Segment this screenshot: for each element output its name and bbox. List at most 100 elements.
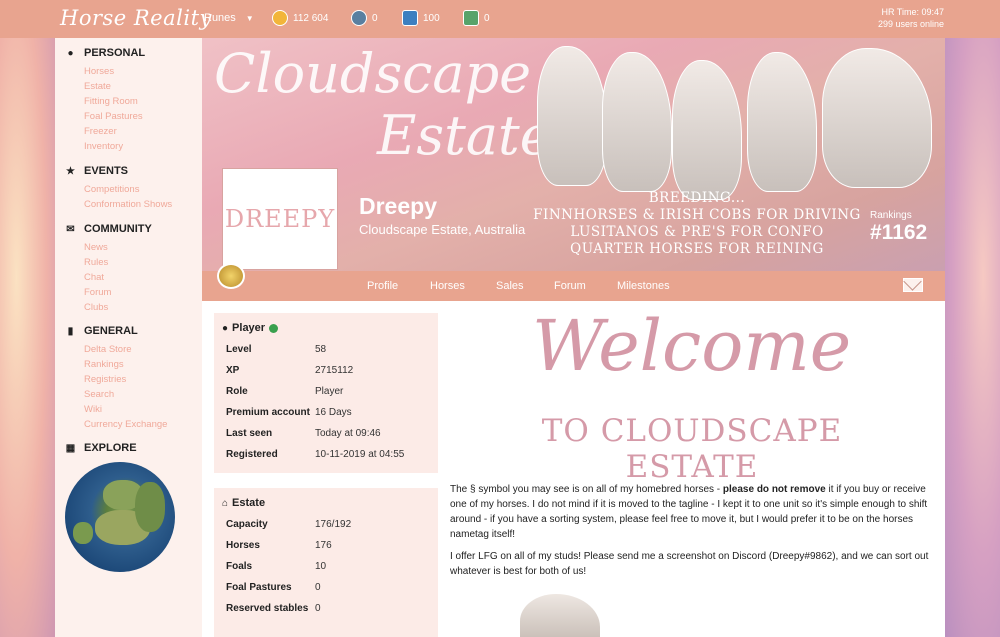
bio-text: The § symbol you may see is on all of my… <box>450 484 723 495</box>
bookmark-icon: ▮ <box>67 325 74 337</box>
banner-script-line2: Estate <box>377 104 552 167</box>
users-online[interactable]: 299 users online <box>878 18 944 30</box>
section-title: EXPLORE <box>84 442 137 454</box>
stat-label: Capacity <box>226 519 268 530</box>
tab-forum[interactable]: Forum <box>554 280 586 292</box>
f-currency: 100 <box>402 10 440 26</box>
stat-label: Horses <box>226 540 260 551</box>
sidebar-item-freezer[interactable]: Freezer <box>55 124 202 139</box>
stat-value: 58 <box>315 344 327 355</box>
online-status-icon <box>269 323 279 333</box>
stat-row: Registered 10-11-2019 at 04:55 <box>214 444 438 465</box>
estate-card: ⌂ Estate Capacity 176/192 Horses 176 Foals… <box>214 488 438 637</box>
user-circle-icon: ● <box>67 47 74 59</box>
f-amount: 100 <box>423 12 440 24</box>
horseshoe-token-icon <box>351 10 367 26</box>
user-icon: ● <box>222 322 229 334</box>
sidebar-item-chat[interactable]: Chat <box>55 270 202 285</box>
stat-row: Last seen Today at 09:46 <box>214 423 438 444</box>
section-title: GENERAL <box>84 325 138 337</box>
rankings-badge[interactable]: Rankings #1162 <box>870 210 927 245</box>
section-personal: ● PERSONAL <box>55 47 202 59</box>
chat-bubbles-icon: ✉ <box>66 223 75 235</box>
breeding-line: LUSITANOS & PRE'S FOR CONFO <box>570 224 824 240</box>
home-icon: ⌂ <box>222 497 229 509</box>
star-icon: ★ <box>66 165 75 177</box>
stat-row: Role Player <box>214 381 438 402</box>
tab-horses[interactable]: Horses <box>430 280 465 292</box>
stat-row: Foal Pastures 0 <box>214 577 438 598</box>
sidebar-item-rankings[interactable]: Rankings <box>55 357 202 372</box>
f-token-icon <box>402 10 418 26</box>
estate-card-header: ⌂ Estate <box>214 488 438 514</box>
horse-illustration <box>602 52 672 192</box>
sidebar: ● PERSONAL Horses Estate Fitting Room Fo… <box>55 38 202 637</box>
map-icon: ▦ <box>65 442 76 454</box>
section-events: ★ EVENTS <box>55 165 202 177</box>
site-logo[interactable]: Horse Reality <box>60 6 212 30</box>
runes-label: Runes <box>204 12 236 24</box>
stat-row: Reserved stables 0 <box>214 598 438 619</box>
tab-milestones[interactable]: Milestones <box>617 280 670 292</box>
main-content: Cloudscape Estate DREEPY Dreepy Cloudsca… <box>202 38 945 637</box>
stat-row: Level 58 <box>214 339 438 360</box>
sidebar-item-fitting-room[interactable]: Fitting Room <box>55 94 202 109</box>
tab-profile[interactable]: Profile <box>367 280 398 292</box>
stat-row: Premium account 16 Days <box>214 402 438 423</box>
stat-label: Role <box>226 386 248 397</box>
sidebar-item-search[interactable]: Search <box>55 387 202 402</box>
welcome-subtitle: TO CLOUDSCAPE ESTATE <box>541 413 843 485</box>
sidebar-item-inventory[interactable]: Inventory <box>55 139 202 154</box>
runes-dropdown[interactable]: Runes ▼ <box>204 12 254 24</box>
sidebar-item-delta-store[interactable]: Delta Store <box>55 342 202 357</box>
tab-sales[interactable]: Sales <box>496 280 524 292</box>
player-location: Cloudscape Estate, Australia <box>359 222 526 237</box>
avatar[interactable]: DREEPY <box>222 168 338 270</box>
stat-row: Horses 176 <box>214 535 438 556</box>
bio-paragraph: The § symbol you may see is on all of my… <box>450 482 940 542</box>
sidebar-item-clubs[interactable]: Clubs <box>55 300 202 315</box>
sidebar-item-forum[interactable]: Forum <box>55 285 202 300</box>
breeding-text: BREEDING... FINNHORSES & IRISH COBS FOR … <box>532 190 862 258</box>
horse-illustration <box>537 46 607 186</box>
estate-card-title: Estate <box>232 497 266 509</box>
section-general: ▮ GENERAL <box>55 325 202 337</box>
stat-value: 0 <box>315 603 321 614</box>
sidebar-item-rules[interactable]: Rules <box>55 255 202 270</box>
horse-illustration <box>520 594 600 637</box>
sidebar-item-news[interactable]: News <box>55 240 202 255</box>
stat-row: Foals 10 <box>214 556 438 577</box>
sidebar-item-competitions[interactable]: Competitions <box>55 182 202 197</box>
rankings-value: #1162 <box>870 221 928 244</box>
stat-value: 176/192 <box>315 519 352 530</box>
sidebar-item-horses[interactable]: Horses <box>55 64 202 79</box>
section-title: COMMUNITY <box>84 223 152 235</box>
sidebar-item-wiki[interactable]: Wiki <box>55 402 202 417</box>
mail-icon[interactable] <box>903 278 923 292</box>
stat-label: Level <box>226 344 252 355</box>
stat-label: Last seen <box>226 428 273 439</box>
stat-row: XP 2715112 <box>214 360 438 381</box>
stat-value: 2715112 <box>315 365 354 376</box>
sidebar-item-registries[interactable]: Registries <box>55 372 202 387</box>
bio-paragraph: I offer LFG on all of my studs! Please s… <box>450 551 929 577</box>
gold-currency: 112 604 <box>272 10 328 26</box>
top-bar: Horse Reality Runes ▼ 112 604 0 100 0 HR … <box>0 0 1000 38</box>
horse-illustration <box>822 48 932 188</box>
chevron-down-icon: ▼ <box>245 14 254 23</box>
sidebar-item-conformation-shows[interactable]: Conformation Shows <box>55 197 202 212</box>
stat-value: 10-11-2019 at 04:55 <box>315 449 405 460</box>
stat-label: Reserved stables <box>226 603 309 614</box>
horse-illustration <box>672 60 742 200</box>
profile-banner: Cloudscape Estate DREEPY Dreepy Cloudsca… <box>202 38 945 271</box>
sidebar-item-foal-pastures[interactable]: Foal Pastures <box>55 109 202 124</box>
player-card-title: Player <box>232 322 266 334</box>
avatar-text: DREEPY <box>224 205 336 233</box>
stat-label: Registered <box>226 449 278 460</box>
world-map-globe[interactable] <box>65 462 175 572</box>
stat-row: Capacity 176/192 <box>214 514 438 535</box>
sidebar-item-currency-exchange[interactable]: Currency Exchange <box>55 417 202 432</box>
section-title: PERSONAL <box>84 47 146 59</box>
sidebar-item-estate[interactable]: Estate <box>55 79 202 94</box>
stat-value: 16 Days <box>315 407 352 418</box>
